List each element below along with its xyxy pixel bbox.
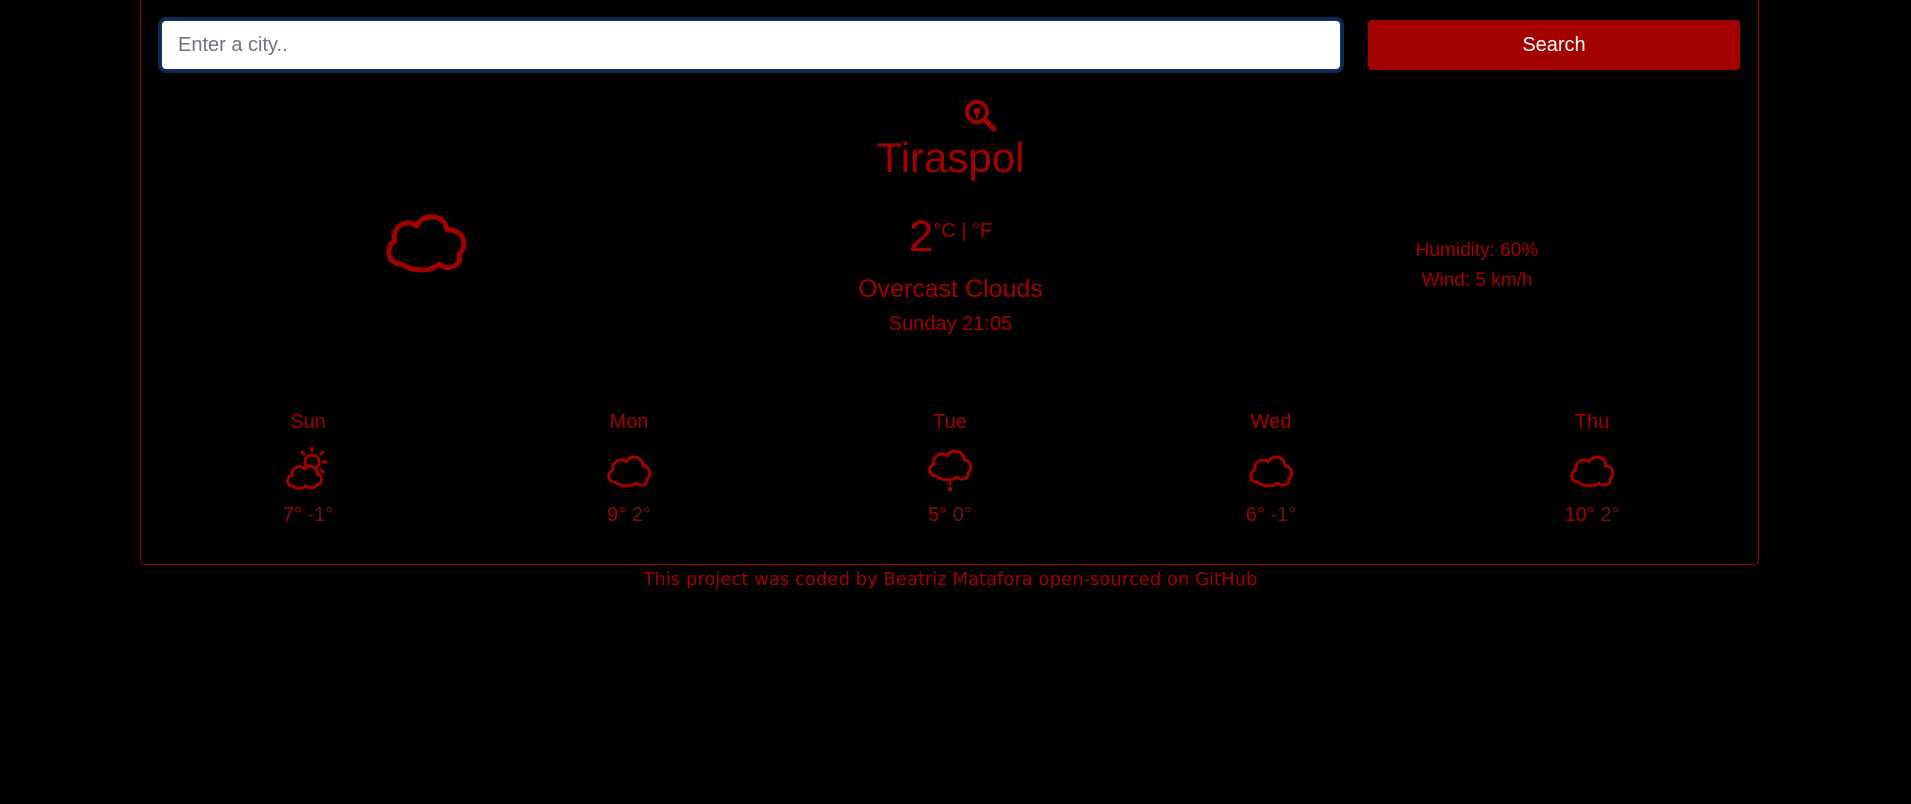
unit-separator: | [955,220,973,242]
forecast-temperatures: 10° 2° [1512,504,1672,527]
footer-prefix: This project was coded by [643,569,884,590]
forecast-max-temp: 7° [282,504,302,526]
search-button[interactable]: Search [1368,20,1740,70]
forecast-day-name: Wed [1250,411,1292,433]
city-name: Tiraspol [876,134,1025,181]
partly-cloudy-icon [286,446,328,490]
humidity-text: Humidity: 60% [1415,240,1539,261]
author-link[interactable]: Beatriz Matafora [883,569,1033,590]
forecast-day: Wed 6° -1° [1191,410,1351,527]
forecast-min-temp: -1° [307,504,334,526]
forecast-day-name: Mon [609,411,649,433]
forecast-temperatures: 7° -1° [228,504,388,527]
location-search-icon[interactable] [963,98,997,132]
forecast-min-temp: -1° [1270,504,1297,526]
forecast-max-temp: 5° [928,504,948,526]
footer: This project was coded by Beatriz Matafo… [0,569,1901,590]
forecast-day-name: Thu [1574,411,1610,433]
cloud-icon [607,455,652,488]
forecast-temperatures: 6° -1° [1191,504,1351,527]
forecast-day: Tue 5° 0° [870,410,1030,527]
github-link[interactable]: GitHub [1195,569,1257,590]
cloud-icon [1249,455,1294,488]
forecast-day: Sun 7° -1° [228,410,388,527]
forecast: Sun 7° -1° Mon 9° 2° Tue 5° 0° Wed 6° -1… [141,410,1760,550]
forecast-day-name: Sun [290,411,326,433]
cloud-icon [1570,455,1615,488]
forecast-day: Thu 10° 2° [1512,410,1672,527]
forecast-temperatures: 5° 0° [870,504,1030,527]
weather-details: Humidity: 60% Wind: 5 km/h [1347,236,1607,296]
temperature-units: °C | °F [933,220,992,242]
forecast-min-temp: 2° [631,504,651,526]
city-search-input[interactable] [161,20,1341,70]
forecast-max-temp: 9° [607,504,627,526]
footer-middle: open-sourced on [1032,569,1196,590]
current-datetime: Sunday 21:05 [888,313,1013,335]
rain-cloud-icon [928,449,973,492]
forecast-max-temp: 10° [1564,504,1595,526]
forecast-max-temp: 6° [1245,504,1265,526]
forecast-min-temp: 0° [952,504,972,526]
forecast-day: Mon 9° 2° [549,410,709,527]
celsius-link[interactable]: °C [933,220,955,242]
forecast-day-name: Tue [933,411,967,433]
search-form: Search [161,20,1740,70]
fahrenheit-link[interactable]: °F [972,220,992,242]
forecast-min-temp: 2° [1600,504,1620,526]
forecast-temperatures: 9° 2° [549,504,709,527]
wind-text: Wind: 5 km/h [1421,270,1533,291]
weather-app: Search Tiraspol 2°C | °F Overcast Clouds… [140,0,1759,565]
temperature-value: 2 [908,212,934,261]
